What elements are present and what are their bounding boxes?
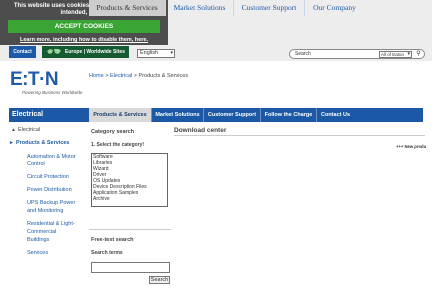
chevron-down-icon: ▾: [170, 50, 173, 56]
left-nav-item-residential-cont2[interactable]: Buildings: [27, 236, 49, 244]
left-nav-item-ups[interactable]: UPS Backup Power: [27, 199, 75, 207]
region-label: Europe | Worldwide Sites: [65, 49, 125, 55]
tab-products-services[interactable]: Products & Services: [89, 0, 165, 16]
search-scope-value: All of Eaton: [381, 52, 405, 57]
left-nav-item-circuit-protection[interactable]: Circuit Protection: [27, 173, 69, 181]
category-step-label: 1. Select the category!: [91, 142, 145, 148]
breadcrumb: Home > Electrical > Products & Services: [89, 73, 188, 79]
language-value: English: [140, 50, 159, 56]
left-nav-item-ups-cont[interactable]: and Monitoring: [27, 207, 63, 215]
category-listbox[interactable]: Software Libraries Wizard Driver OS Upda…: [91, 153, 168, 207]
eaton-logo[interactable]: E:T·N Powering Business Worldwide: [10, 70, 84, 96]
world-map-icon: [47, 49, 61, 54]
chevron-down-icon: ▾: [407, 51, 410, 57]
search-box[interactable]: Search All of Eaton ▾ ⚲: [289, 49, 425, 59]
contact-button[interactable]: Contact: [9, 46, 36, 58]
free-text-search-button[interactable]: Search: [149, 276, 170, 284]
logo-wordmark: E:T·N: [10, 69, 59, 90]
breadcrumb-separator: >: [105, 73, 109, 79]
region-selector-button[interactable]: Europe | Worldwide Sites: [42, 46, 129, 58]
left-nav-item-residential-cont1[interactable]: Commercial: [27, 228, 56, 236]
left-nav-current[interactable]: Products & Services: [16, 139, 70, 147]
cookie-learn-more-link[interactable]: Learn more, including how to disable the…: [0, 37, 168, 44]
list-item[interactable]: Archive: [93, 196, 166, 202]
breadcrumb-electrical[interactable]: Electrical: [110, 73, 132, 79]
nav-customer-support[interactable]: Customer Support: [203, 108, 260, 122]
search-terms-label: Search terms: [91, 250, 123, 256]
left-nav-item-residential[interactable]: Residential & Light-: [27, 220, 75, 228]
search-scope-select[interactable]: All of Eaton ▾: [379, 51, 412, 58]
breadcrumb-current: Products & Services: [138, 73, 189, 79]
category-search-title: Category search: [91, 129, 135, 135]
caret-right-icon: ▸: [10, 140, 13, 146]
tab-market-solutions[interactable]: Market Solutions: [165, 0, 233, 16]
breadcrumb-separator: >: [133, 73, 138, 79]
divider: [174, 135, 425, 136]
search-input[interactable]: Search: [295, 51, 311, 58]
left-nav-item-services[interactable]: Services: [27, 249, 48, 257]
nav-follow-the-charge[interactable]: Follow the Charge: [260, 108, 316, 122]
nav-products-services[interactable]: Products & Services: [89, 108, 151, 122]
search-icon[interactable]: ⚲: [414, 50, 423, 58]
caret-up-icon: ▴: [12, 127, 15, 133]
tab-our-company[interactable]: Our Company: [304, 0, 364, 16]
divider: [89, 229, 171, 230]
section-label: Electrical: [12, 111, 44, 118]
left-nav-item-power-distribution[interactable]: Power Distribution: [27, 186, 72, 194]
nav-contact-us[interactable]: Contact Us: [316, 108, 354, 122]
left-nav-item-automation-cont[interactable]: Control: [27, 160, 45, 168]
breadcrumb-home[interactable]: Home: [89, 73, 104, 79]
language-select[interactable]: English ▾: [137, 49, 175, 58]
tab-customer-support[interactable]: Customer Support: [233, 0, 304, 16]
download-center-title: Download center: [174, 127, 227, 134]
left-nav-parent[interactable]: Electrical: [18, 126, 40, 134]
nav-market-solutions[interactable]: Market Solutions: [151, 108, 203, 122]
logo-tagline: Powering Business Worldwide: [22, 90, 83, 95]
new-products-link[interactable]: +++ New produ: [396, 144, 426, 149]
accept-cookies-button[interactable]: ACCEPT COOKIES: [8, 20, 160, 33]
search-terms-input[interactable]: [91, 262, 170, 273]
free-text-search-title: Free-text search: [91, 237, 134, 243]
